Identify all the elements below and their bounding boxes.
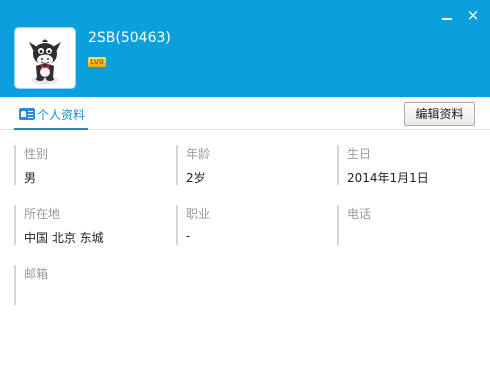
- field-gender: 性别 男: [14, 145, 164, 185]
- profile-card-icon: [19, 108, 35, 120]
- field-value: 中国 北京 东城: [24, 231, 104, 245]
- field-email: 邮箱: [14, 265, 164, 305]
- field-label: 性别: [24, 147, 49, 161]
- field-occupation: 职业 -: [176, 205, 326, 245]
- close-button[interactable]: ×: [462, 5, 484, 25]
- profile-window: × 2SB(50463) LV0 个人资料 编辑资料 性别 男 年龄 2岁 生日…: [0, 0, 490, 368]
- field-label: 生日: [347, 147, 372, 161]
- field-age: 年龄 2岁: [176, 145, 326, 185]
- tab-profile-label: 个人资料: [37, 108, 86, 122]
- field-value: 2014年1月1日: [347, 171, 429, 185]
- field-value: -: [186, 229, 191, 243]
- close-icon: ×: [466, 6, 480, 24]
- minimize-icon: [442, 18, 452, 20]
- field-label: 年龄: [186, 147, 211, 161]
- avatar[interactable]: [15, 28, 75, 88]
- field-birthday: 生日 2014年1月1日: [337, 145, 487, 185]
- field-label: 职业: [186, 207, 211, 221]
- nickname: 2SB(50463): [88, 30, 171, 46]
- level-badge: LV0: [88, 57, 106, 67]
- cartoon-donkey-avatar-icon: [15, 28, 75, 88]
- field-label: 所在地: [24, 207, 61, 221]
- field-label: 邮箱: [24, 267, 49, 281]
- field-phone: 电话: [337, 205, 487, 245]
- tab-active-indicator: [14, 128, 88, 130]
- field-value: 男: [24, 171, 37, 185]
- field-label: 电话: [347, 207, 372, 221]
- field-value: 2岁: [186, 171, 206, 185]
- minimize-button[interactable]: [436, 5, 458, 25]
- profile-header: × 2SB(50463) LV0: [0, 0, 490, 97]
- field-location: 所在地 中国 北京 东城: [14, 205, 164, 245]
- edit-profile-button[interactable]: 编辑资料: [404, 102, 475, 126]
